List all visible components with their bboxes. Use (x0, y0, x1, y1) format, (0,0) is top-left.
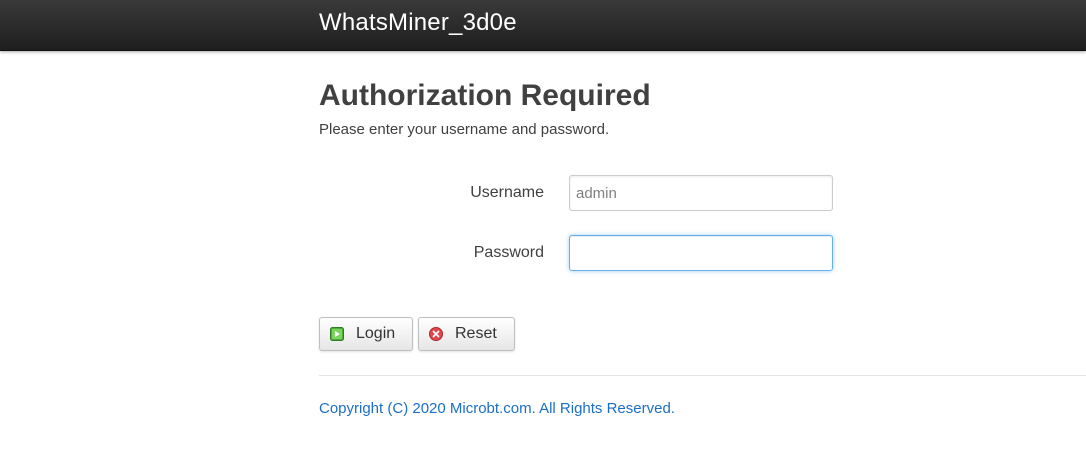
username-input[interactable] (569, 175, 833, 211)
brand-name[interactable]: WhatsMiner_3d0e (319, 9, 517, 37)
password-label: Password (473, 244, 544, 261)
footer-divider (319, 375, 1086, 376)
top-navbar: WhatsMiner_3d0e (0, 0, 1086, 51)
username-label: Username (470, 184, 544, 201)
page-title: Authorization Required (319, 79, 651, 112)
login-label: Login (356, 325, 396, 342)
apply-icon (330, 327, 344, 341)
copyright-link[interactable]: Copyright (C) 2020 Microbt.com. All Righ… (319, 400, 675, 417)
password-input[interactable] (569, 235, 833, 271)
reset-button[interactable]: Reset (418, 317, 515, 351)
reset-icon (429, 327, 443, 341)
page-description: Please enter your username and password. (319, 121, 610, 138)
login-button[interactable]: Login (319, 317, 413, 351)
reset-label: Reset (455, 325, 497, 342)
